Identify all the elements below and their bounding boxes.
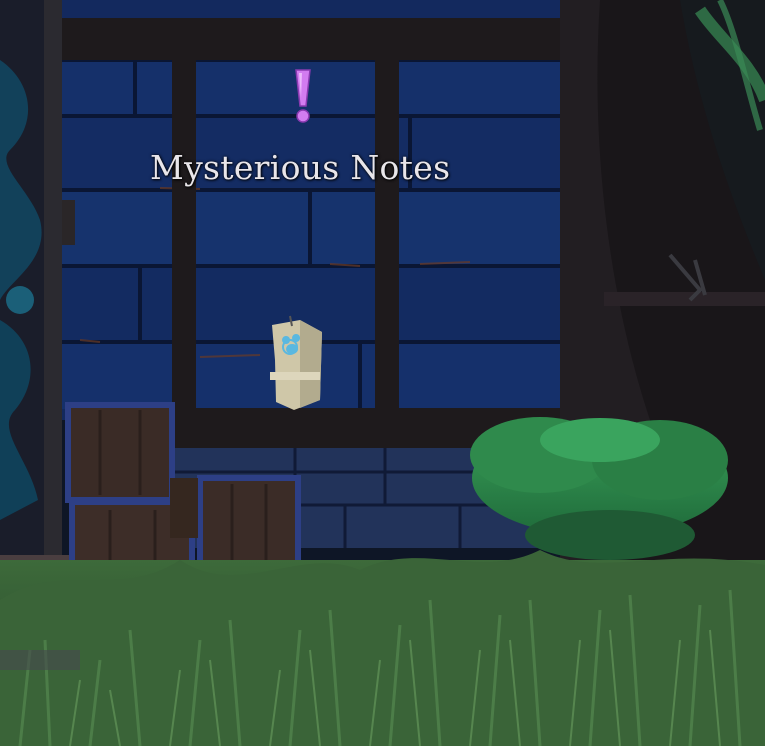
crate: [65, 402, 175, 503]
quest-marker-label: Mysterious Notes: [150, 148, 451, 187]
mysterious-note-item[interactable]: [270, 315, 322, 410]
crate: [197, 475, 301, 573]
exclamation-marker-icon: [295, 69, 311, 123]
game-scene: [0, 0, 765, 746]
grass-ground: [0, 550, 765, 746]
